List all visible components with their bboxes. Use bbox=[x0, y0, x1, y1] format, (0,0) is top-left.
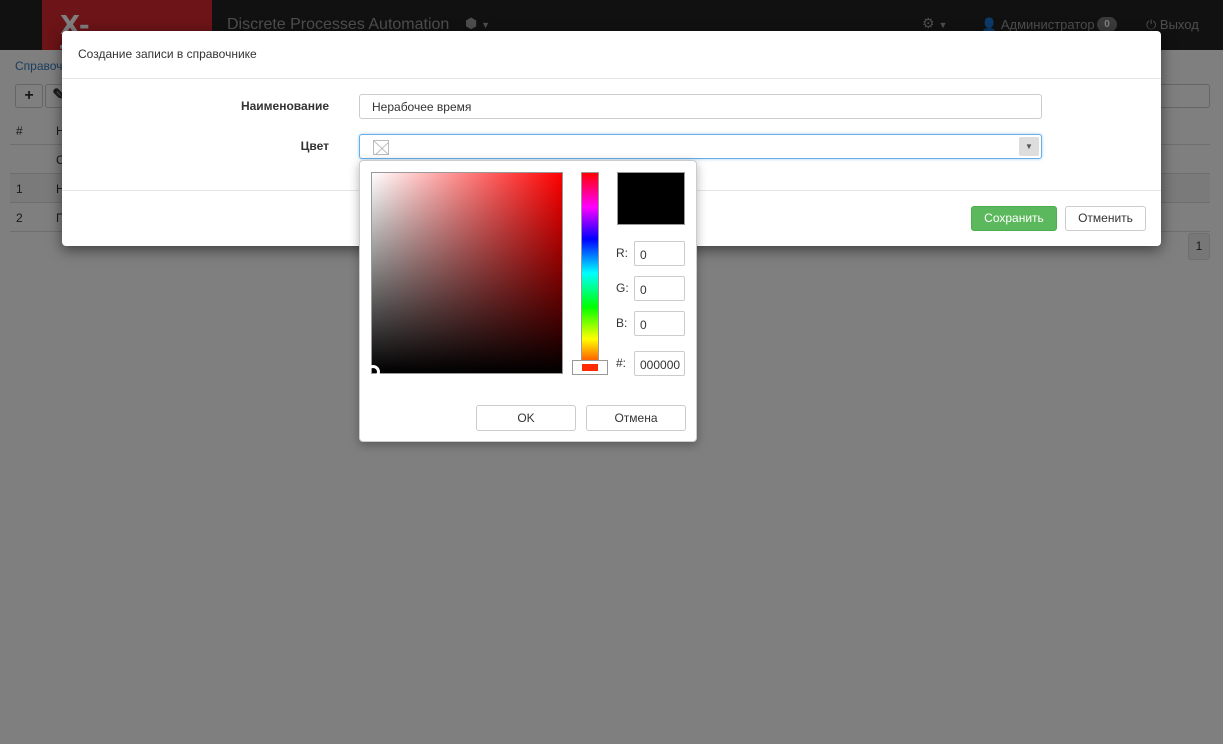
picker-cancel-button[interactable]: Отмена bbox=[586, 405, 686, 431]
saturation-value-area[interactable] bbox=[366, 172, 563, 379]
save-button[interactable]: Сохранить bbox=[971, 206, 1057, 231]
modal-title: Создание записи в справочнике bbox=[78, 47, 257, 61]
modal-header: Создание записи в справочнике bbox=[62, 31, 1161, 79]
b-label: B: bbox=[616, 316, 628, 330]
color-preview bbox=[617, 172, 685, 225]
name-input[interactable]: Нерабочее время bbox=[359, 94, 1042, 119]
r-input[interactable]: 0 bbox=[634, 241, 685, 266]
g-label: G: bbox=[616, 281, 629, 295]
color-dropdown-button[interactable]: ▼ bbox=[1019, 137, 1039, 156]
name-label: Наименование bbox=[240, 99, 329, 113]
color-picker-popup: R: 0 G: 0 B: 0 #: 000000 OK Отмена bbox=[359, 160, 697, 442]
r-label: R: bbox=[616, 246, 628, 260]
b-input[interactable]: 0 bbox=[634, 311, 685, 336]
g-input[interactable]: 0 bbox=[634, 276, 685, 301]
color-select[interactable]: ▼ bbox=[359, 134, 1042, 159]
caret-down-icon: ▼ bbox=[1025, 142, 1033, 151]
color-label: Цвет bbox=[300, 139, 329, 153]
hex-label: #: bbox=[616, 356, 627, 370]
ok-button[interactable]: OK bbox=[476, 405, 576, 431]
hue-slider-handle[interactable] bbox=[572, 360, 608, 375]
no-color-swatch-icon bbox=[373, 140, 389, 155]
saturation-handle[interactable] bbox=[366, 365, 380, 379]
cancel-button[interactable]: Отменить bbox=[1065, 206, 1146, 231]
hue-slider[interactable] bbox=[581, 172, 599, 374]
hex-input[interactable]: 000000 bbox=[634, 351, 685, 376]
